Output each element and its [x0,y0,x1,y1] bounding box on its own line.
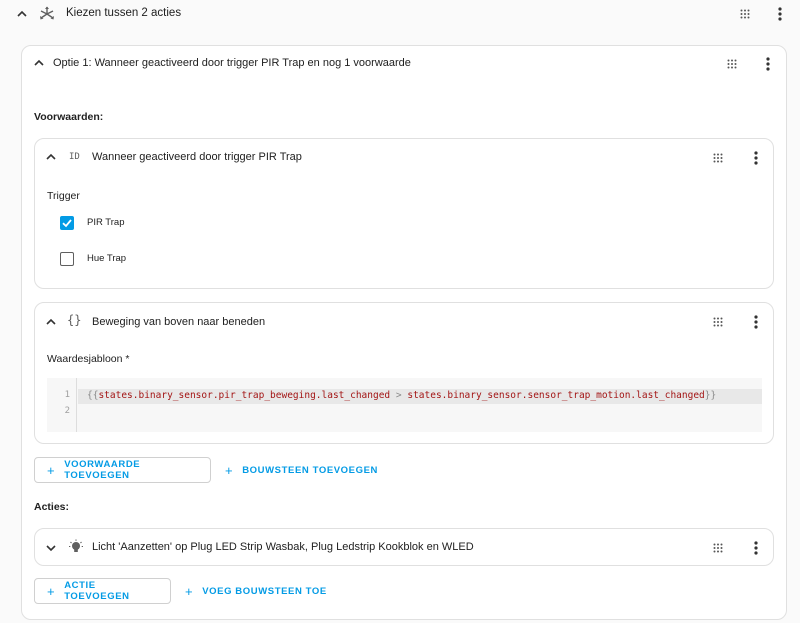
conditions-heading: Voorwaarden: [34,111,104,123]
action-card[interactable]: Licht 'Aanzetten' op Plug LED Strip Wasb… [34,528,774,566]
more-menu-icon[interactable] [760,56,776,72]
line-number: 2 [64,406,70,416]
curly-braces-icon: {} [67,313,82,327]
condition-template-title: Beweging van boven naar beneden [92,316,266,328]
template-field-label: Waardesjabloon * [47,353,130,365]
more-menu-icon[interactable] [772,6,788,22]
add-condition-label: VOORWAARDE TOEVOEGEN [64,459,141,481]
drag-handle-icon[interactable] [724,56,740,72]
actions-heading: Acties: [34,501,70,513]
template-open: {{ [87,390,99,401]
condition-trigger-title: Wanneer geactiveerd door trigger PIR Tra… [92,151,302,163]
option-card: Optie 1: Wanneer geactiveerd door trigge… [21,45,787,620]
add-building-block-button[interactable]: + BOUWSTEEN TOEVOEGEN [213,457,390,483]
outer-title: Kiezen tussen 2 acties [66,7,182,19]
template-code-editor[interactable]: 1 2 {{states.binary_sensor.pir_trap_bewe… [47,378,762,432]
lightbulb-icon [67,538,85,561]
plus-icon: + [185,583,194,599]
drag-handle-icon[interactable] [737,6,753,22]
collapse-outer-chevron-icon[interactable] [14,6,30,22]
hue-trap-checkbox[interactable] [60,252,74,266]
template-operator: > [395,390,402,401]
option-title: Optie 1: Wanneer geactiveerd door trigge… [53,57,411,69]
add-action-button[interactable]: + ACTIE TOEVOEGEN [34,578,171,604]
line-number: 1 [64,390,70,400]
plus-icon: + [47,462,56,478]
collapse-condition-chevron-icon[interactable] [43,314,59,330]
add-building-block-action-label: VOEG BOUWSTEEN TOE [202,585,327,597]
hue-trap-label: Hue Trap [87,253,127,264]
add-condition-button[interactable]: + VOORWAARDE TOEVOEGEN [34,457,211,483]
template-left-expr: states.binary_sensor.pir_trap_beweging.l… [98,390,391,401]
more-menu-icon[interactable] [748,150,764,166]
expand-action-chevron-icon[interactable] [43,540,59,556]
template-close: }} [704,390,717,401]
add-action-label: ACTIE TOEVOEGEN [64,580,130,602]
template-right-expr: states.binary_sensor.sensor_trap_motion.… [407,390,705,401]
drag-handle-icon[interactable] [710,540,726,556]
plus-icon: + [225,462,234,478]
drag-handle-icon[interactable] [710,314,726,330]
drag-handle-icon[interactable] [710,150,726,166]
action-title: Licht 'Aanzetten' op Plug LED Strip Wasb… [92,541,474,553]
trigger-field-label: Trigger [47,190,80,202]
arrows-split-icon [38,5,56,28]
add-building-block-action-button[interactable]: + VOEG BOUWSTEEN TOE [173,578,339,604]
id-icon: ID [69,152,80,162]
condition-template-card: {} Beweging van boven naar beneden Waard… [34,302,774,444]
plus-icon: + [47,583,56,599]
template-code-line: {{states.binary_sensor.pir_trap_beweging… [87,390,716,401]
condition-trigger-card: ID Wanneer geactiveerd door trigger PIR … [34,138,774,289]
pir-trap-checkbox[interactable] [60,216,74,230]
collapse-condition-chevron-icon[interactable] [43,149,59,165]
pir-trap-label: PIR Trap [87,217,125,228]
add-building-block-label: BOUWSTEEN TOEVOEGEN [242,464,378,476]
more-menu-icon[interactable] [748,540,764,556]
more-menu-icon[interactable] [748,314,764,330]
line-number-gutter: 1 2 [47,378,77,432]
collapse-option-chevron-icon[interactable] [31,55,47,71]
